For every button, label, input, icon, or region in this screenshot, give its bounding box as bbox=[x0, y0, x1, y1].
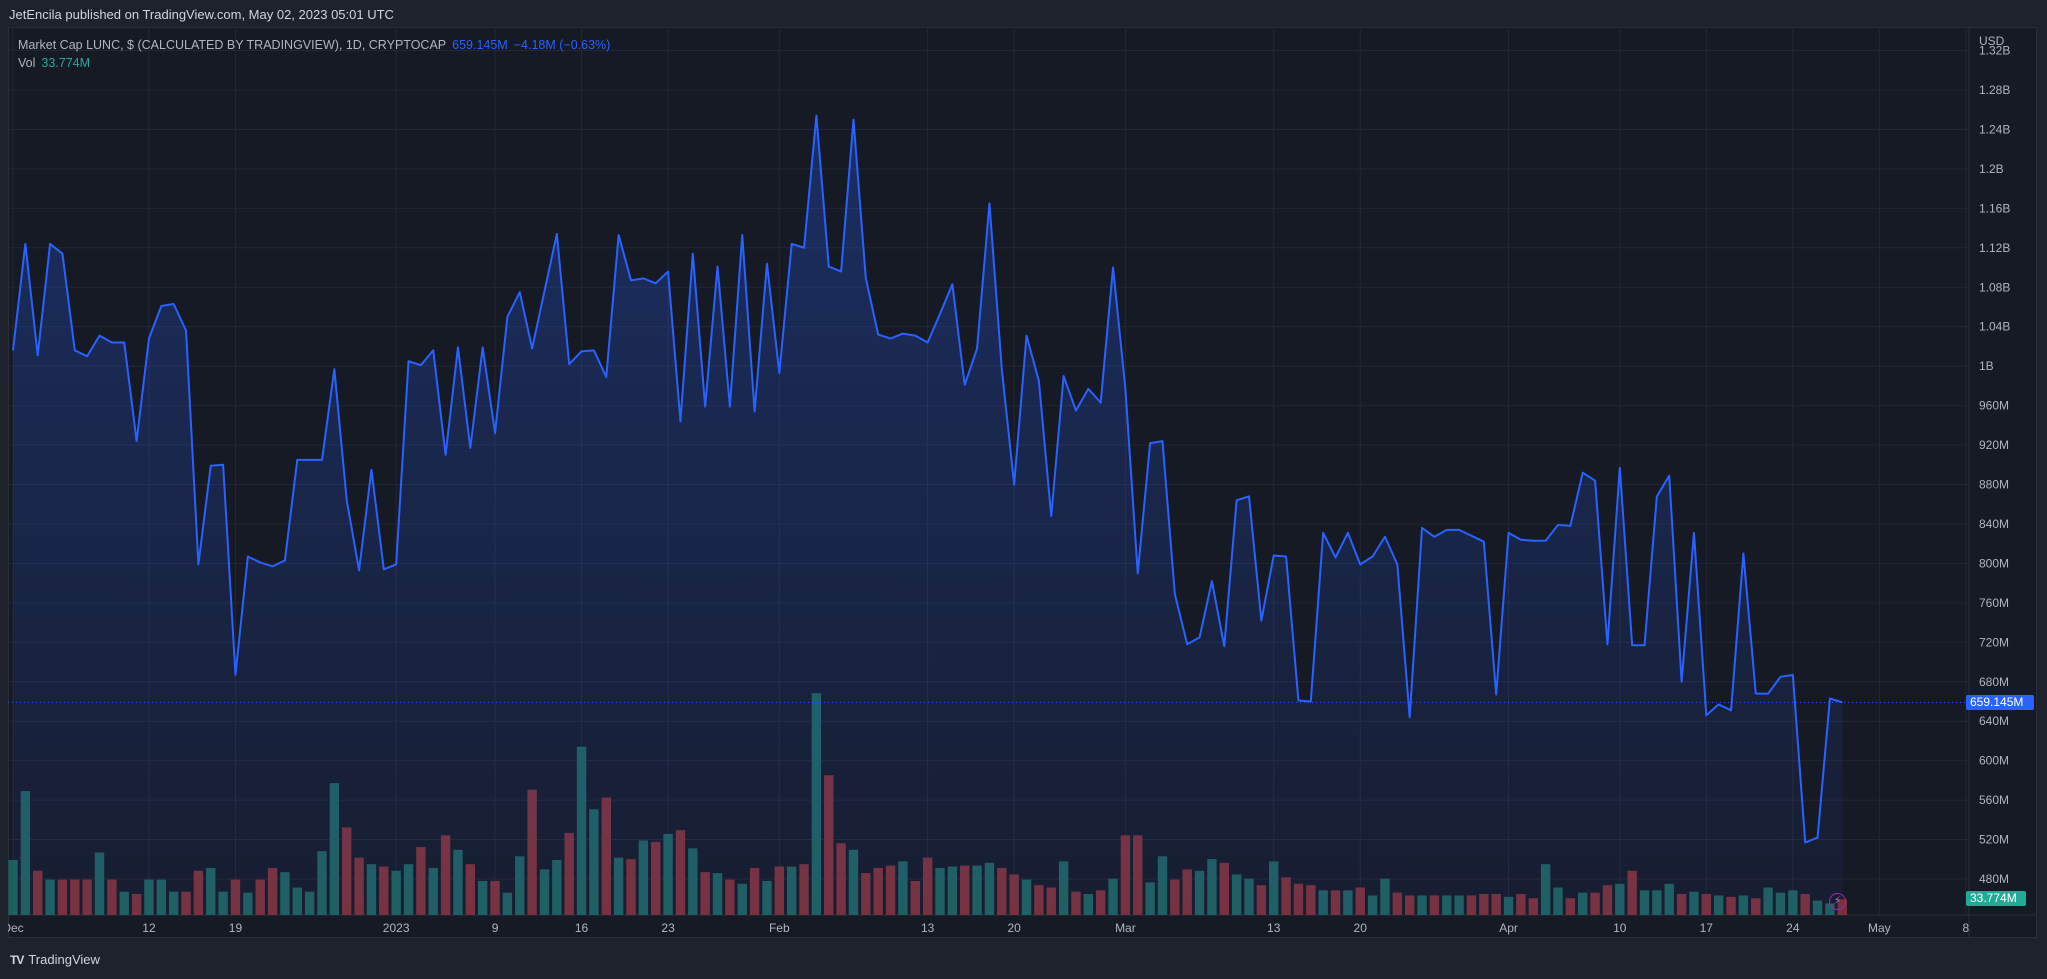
price-tick-label: 680M bbox=[1979, 675, 2009, 689]
volume-label[interactable]: Vol bbox=[18, 56, 35, 70]
price-tick-label: 1.16B bbox=[1979, 201, 2010, 215]
price-tick-label: 560M bbox=[1979, 793, 2009, 807]
time-tick-label: 23 bbox=[661, 921, 675, 935]
time-tick-label: 10 bbox=[1613, 921, 1627, 935]
change-value: −4.18M (−0.63%) bbox=[513, 38, 611, 52]
last-value: 659.145M bbox=[452, 38, 508, 52]
price-tick-label: 760M bbox=[1979, 596, 2009, 610]
price-tick-label: 1B bbox=[1979, 359, 1994, 373]
time-tick-label: 2023 bbox=[383, 921, 410, 935]
time-tick-label: Feb bbox=[769, 921, 790, 935]
time-tick-label: Dec bbox=[8, 921, 24, 935]
price-tick-label: 920M bbox=[1979, 438, 2009, 452]
currency-label[interactable]: USD bbox=[1979, 34, 2004, 48]
price-tick-label: 880M bbox=[1979, 478, 2009, 492]
last-price-label: 659.145M bbox=[1966, 695, 2034, 710]
time-tick-label: 17 bbox=[1700, 921, 1714, 935]
chart-legend: Market Cap LUNC, $ (CALCULATED BY TRADIN… bbox=[18, 36, 610, 72]
time-tick-label: May bbox=[1868, 921, 1891, 935]
tradingview-logo-icon: TV bbox=[10, 952, 24, 967]
price-tick-label: 1.28B bbox=[1979, 83, 2010, 97]
time-tick-label: Apr bbox=[1499, 921, 1518, 935]
last-volume-label: 33.774M bbox=[1966, 891, 2026, 906]
price-tick-label: 1.12B bbox=[1979, 241, 2010, 255]
price-tick-label: 1.04B bbox=[1979, 320, 2010, 334]
time-tick-label: 19 bbox=[229, 921, 243, 935]
price-tick-label: 960M bbox=[1979, 399, 2009, 413]
publish-header: JetEncila published on TradingView.com, … bbox=[0, 0, 2047, 27]
legend-volume: Vol 33.774M bbox=[18, 54, 610, 72]
volume-value: 33.774M bbox=[41, 56, 91, 70]
time-tick-label: Mar bbox=[1115, 921, 1136, 935]
time-tick-label: 13 bbox=[1267, 921, 1281, 935]
time-tick-label: 20 bbox=[1354, 921, 1368, 935]
time-tick-label: 24 bbox=[1786, 921, 1800, 935]
market-cap-chart[interactable]: 1.32B1.28B1.24B1.2B1.16B1.12B1.08B1.04B1… bbox=[8, 27, 2037, 938]
price-tick-label: 1.2B bbox=[1979, 162, 2004, 176]
legend-main-series: Market Cap LUNC, $ (CALCULATED BY TRADIN… bbox=[18, 36, 610, 54]
price-tick-label: 1.24B bbox=[1979, 122, 2010, 136]
publish-info: JetEncila published on TradingView.com, … bbox=[9, 7, 394, 22]
time-tick-label: 12 bbox=[142, 921, 156, 935]
price-tick-label: 600M bbox=[1979, 754, 2009, 768]
price-tick-label: 1.08B bbox=[1979, 280, 2010, 294]
price-tick-label: 840M bbox=[1979, 517, 2009, 531]
footer: TV TradingView bbox=[10, 952, 100, 967]
price-tick-label: 720M bbox=[1979, 635, 2009, 649]
time-tick-label: 13 bbox=[921, 921, 935, 935]
time-tick-label: 9 bbox=[492, 921, 499, 935]
price-tick-label: 520M bbox=[1979, 833, 2009, 847]
price-tick-label: 480M bbox=[1979, 872, 2009, 886]
price-tick-label: 800M bbox=[1979, 556, 2009, 570]
brand-name: TradingView bbox=[28, 952, 100, 967]
time-tick-label: 16 bbox=[575, 921, 589, 935]
price-tick-label: 640M bbox=[1979, 714, 2009, 728]
symbol-description[interactable]: Market Cap LUNC, $ (CALCULATED BY TRADIN… bbox=[18, 38, 446, 52]
time-tick-label: 20 bbox=[1007, 921, 1021, 935]
lightning-icon[interactable]: ⚡︎ bbox=[1829, 893, 1846, 910]
time-tick-label: 8 bbox=[1963, 921, 1970, 935]
